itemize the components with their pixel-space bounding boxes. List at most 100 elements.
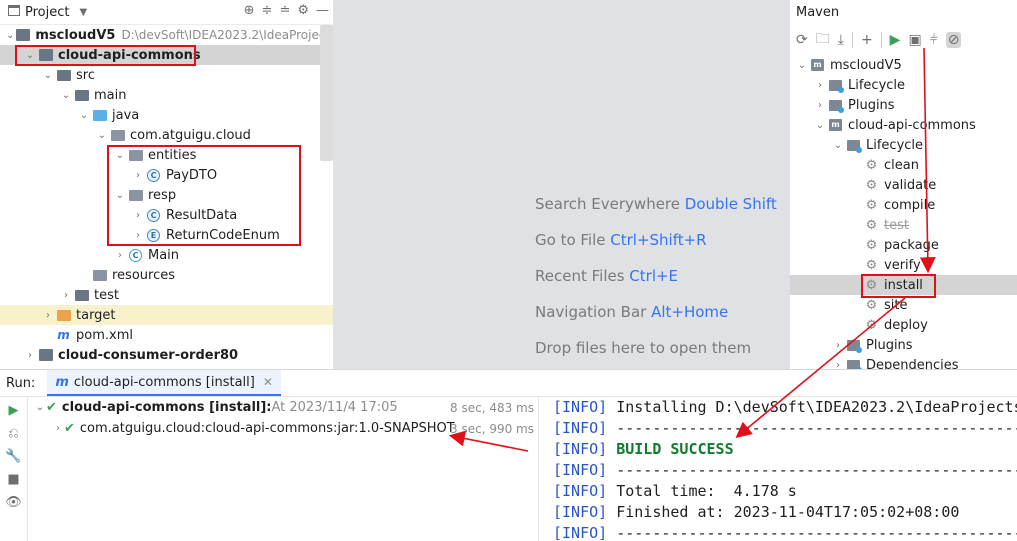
locate-icon[interactable]: ⊕	[244, 3, 255, 18]
chevron-down-icon[interactable]: ⌄	[42, 70, 54, 81]
chevron-down-icon[interactable]: ▼	[79, 7, 87, 18]
minimize-icon[interactable]: —	[316, 3, 329, 18]
project-view-icon	[8, 4, 20, 20]
tree-item-root[interactable]: ⌄ mscloudV5 D:\devSoft\IDEA2023.2\IdeaPr…	[0, 25, 333, 45]
tree-item-label: test	[94, 287, 119, 303]
chevron-right-icon[interactable]: ›	[114, 250, 126, 261]
chevron-down-icon[interactable]: ⌄	[114, 190, 126, 201]
tree-item-resources[interactable]: resources	[0, 265, 333, 285]
reload-icon[interactable]: ⟳	[796, 32, 808, 48]
plugins-folder-icon	[828, 99, 844, 113]
maven-item-plugins[interactable]: › Plugins	[790, 335, 1017, 355]
tree-item-resp[interactable]: ⌄ resp	[0, 185, 333, 205]
tree-item-cloud-consumer-order80[interactable]: › cloud-consumer-order80	[0, 345, 333, 365]
maven-item-cloud-api-commons[interactable]: ⌄ m cloud-api-commons	[790, 115, 1017, 135]
toggle-offline-icon[interactable]: ⫩	[930, 32, 938, 48]
expand-all-icon[interactable]: ≑	[262, 3, 273, 18]
chevron-right-icon[interactable]: ›	[814, 80, 826, 91]
tree-item-test[interactable]: › test	[0, 285, 333, 305]
chevron-down-icon[interactable]: ⌄	[78, 110, 90, 121]
chevron-down-icon[interactable]: ⌄	[114, 150, 126, 161]
tree-item-target[interactable]: › target	[0, 305, 333, 325]
chevron-right-icon[interactable]: ›	[132, 230, 144, 241]
vertical-scrollbar[interactable]	[320, 25, 333, 161]
tree-item-label: src	[76, 67, 95, 83]
maven-goal-validate[interactable]: ⚙ validate	[790, 175, 1017, 195]
rerun-icon[interactable]: ▶	[9, 403, 19, 418]
chevron-right-icon[interactable]: ›	[42, 310, 54, 321]
hint-navigation-bar: Navigation Bar Alt+Home	[535, 303, 729, 321]
wrench-icon[interactable]: 🔧	[5, 449, 21, 464]
tree-item-java[interactable]: ⌄ java	[0, 105, 333, 125]
tree-item-pom[interactable]: m pom.xml	[0, 325, 333, 345]
chevron-right-icon[interactable]: ›	[832, 340, 844, 351]
maven-item-mscloudv5[interactable]: ⌄ m mscloudV5	[790, 55, 1017, 75]
run-item-artifact[interactable]: › ✔ com.atguigu.cloud:cloud-api-commons:…	[28, 418, 538, 439]
hint-recent-files: Recent Files Ctrl+E	[535, 267, 679, 285]
collapse-all-icon[interactable]: ≐	[279, 3, 290, 18]
tree-item-package[interactable]: ⌄ com.atguigu.cloud	[0, 125, 333, 145]
maven-panel: Maven ⟳ 🗀 ⤓ + ▶ ▣ ⫩ ⊘ ⌄ m mscloudV5 › Li…	[790, 0, 1017, 369]
reload-folder-icon[interactable]: 🗀	[816, 28, 830, 52]
tab-cloud-api-commons-install[interactable]: m cloud-api-commons [install] ✕	[47, 370, 281, 396]
console-line: [INFO] Finished at: 2023-11-04T17:05:02+…	[553, 503, 960, 521]
chevron-right-icon[interactable]: ›	[814, 100, 826, 111]
eye-icon[interactable]: 👁	[5, 495, 22, 510]
close-icon[interactable]: ✕	[263, 375, 273, 389]
tree-item-cloud-api-commons[interactable]: ⌄ cloud-api-commons	[0, 45, 333, 65]
maven-goal-site[interactable]: ⚙ site	[790, 295, 1017, 315]
chevron-right-icon[interactable]: ›	[132, 170, 144, 181]
tree-item-returncodeenum[interactable]: › E ReturnCodeEnum	[0, 225, 333, 245]
chevron-down-icon[interactable]: ⌄	[6, 30, 14, 41]
maven-item-dependencies[interactable]: › Dependencies	[790, 355, 1017, 369]
chevron-right-icon[interactable]: ›	[24, 350, 36, 361]
settings-gear-icon[interactable]: ⚙	[297, 3, 309, 18]
tree-item-main-class[interactable]: › C Main	[0, 245, 333, 265]
chevron-right-icon[interactable]: ›	[60, 290, 72, 301]
maven-item-plugins[interactable]: › Plugins	[790, 95, 1017, 115]
chevron-down-icon[interactable]: ⌄	[60, 90, 72, 101]
hint-search-everywhere: Search Everywhere Double Shift	[535, 195, 777, 213]
skip-tests-icon[interactable]: ⊘	[945, 32, 962, 48]
console-line: [INFO] BUILD SUCCESS	[553, 440, 734, 458]
check-icon: ✔	[46, 400, 57, 415]
dependencies-folder-icon	[846, 359, 862, 369]
chevron-down-icon[interactable]: ⌄	[34, 402, 46, 413]
chevron-down-icon[interactable]: ⌄	[814, 120, 826, 131]
chevron-down-icon[interactable]: ⌄	[24, 50, 36, 61]
maven-goal-package[interactable]: ⚙ package	[790, 235, 1017, 255]
run-tabbar: Run: m cloud-api-commons [install] ✕	[0, 370, 1017, 397]
maven-item-lifecycle[interactable]: › Lifecycle	[790, 75, 1017, 95]
excluded-folder-icon	[56, 309, 71, 322]
maven-item-lifecycle[interactable]: ⌄ Lifecycle	[790, 135, 1017, 155]
chevron-right-icon[interactable]: ›	[132, 210, 144, 221]
maven-goal-clean[interactable]: ⚙ clean	[790, 155, 1017, 175]
maven-goal-deploy[interactable]: ⚙ deploy	[790, 315, 1017, 335]
tree-item-src[interactable]: ⌄ src	[0, 65, 333, 85]
chevron-right-icon[interactable]: ›	[832, 360, 844, 370]
toggle-view-icon[interactable]: ⎌	[8, 426, 18, 441]
tree-item-entities[interactable]: ⌄ entities	[0, 145, 333, 165]
add-icon[interactable]: +	[861, 32, 873, 48]
console-output[interactable]: [INFO] Installing D:\devSoft\IDEA2023.2\…	[538, 397, 1017, 541]
chevron-right-icon[interactable]: ›	[52, 423, 64, 434]
maven-goal-test[interactable]: ⚙ test	[790, 215, 1017, 235]
download-icon[interactable]: ⤓	[838, 32, 844, 48]
editor-empty-area[interactable]: Search Everywhere Double Shift Go to Fil…	[333, 0, 790, 369]
tree-item-paydto[interactable]: › C PayDTO	[0, 165, 333, 185]
tree-item-main[interactable]: ⌄ main	[0, 85, 333, 105]
plugins-folder-icon	[846, 339, 862, 353]
stop-icon[interactable]: ■	[7, 472, 19, 487]
execute-goal-icon[interactable]: ▣	[908, 32, 921, 48]
maven-goal-compile[interactable]: ⚙ compile	[790, 195, 1017, 215]
project-panel-title[interactable]: Project	[25, 5, 69, 20]
tree-item-resultdata[interactable]: › C ResultData	[0, 205, 333, 225]
maven-goal-install[interactable]: ⚙ install	[790, 275, 1017, 295]
run-icon[interactable]: ▶	[890, 32, 901, 48]
chevron-down-icon[interactable]: ⌄	[796, 60, 808, 71]
maven-goal-verify[interactable]: ⚙ verify	[790, 255, 1017, 275]
chevron-down-icon[interactable]: ⌄	[96, 130, 108, 141]
folder-icon	[74, 289, 89, 302]
chevron-down-icon[interactable]: ⌄	[832, 140, 844, 151]
run-item-root[interactable]: ⌄ ✔ cloud-api-commons [install]: At 2023…	[28, 397, 538, 418]
